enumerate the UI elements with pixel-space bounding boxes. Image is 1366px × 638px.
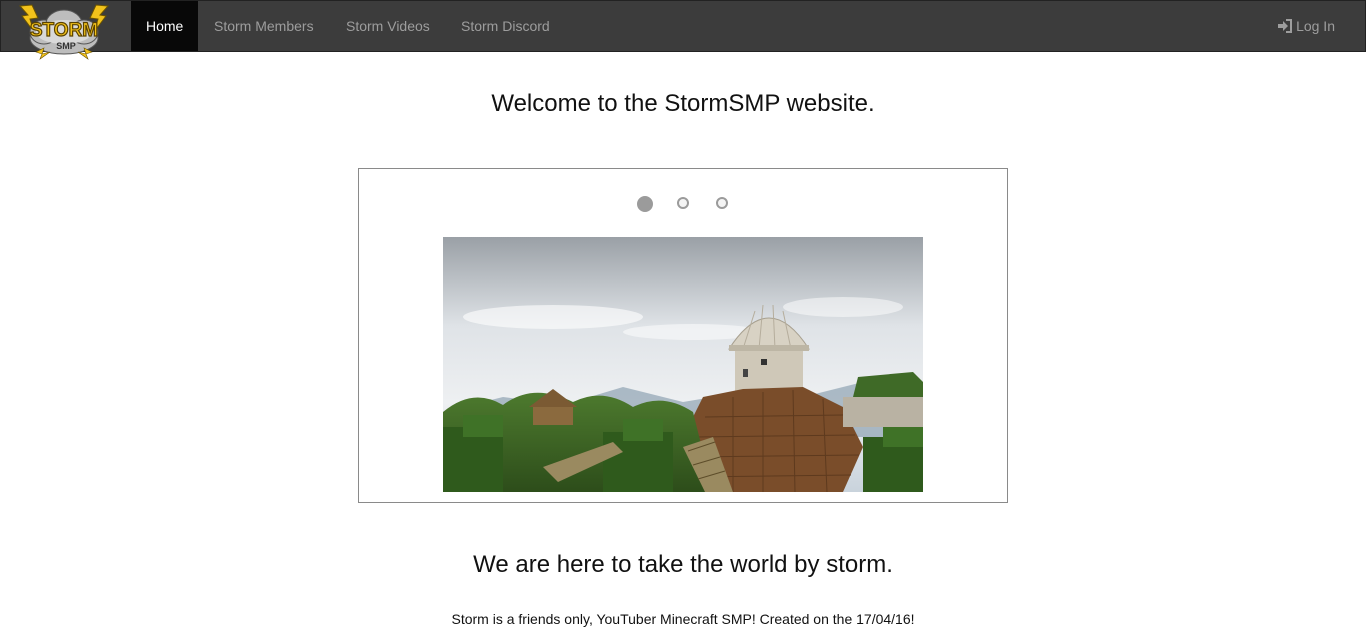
nav-storm-discord[interactable]: Storm Discord [446,1,565,51]
welcome-heading: Welcome to the StormSMP website. [491,90,875,117]
carousel-indicator-2[interactable] [677,197,689,209]
carousel-indicator-1[interactable] [637,196,653,212]
logo-main-text: STORM [30,20,98,41]
nav-storm-members[interactable]: Storm Members [199,1,329,51]
tagline-text: Storm is a friends only, YouTuber Minecr… [451,611,915,627]
login-link[interactable]: Log In [1277,1,1335,51]
login-label: Log In [1296,18,1335,34]
logo-sub-text: SMP [56,41,76,51]
navbar: Home Storm Members Storm Videos Storm Di… [0,0,1366,52]
nav-storm-videos[interactable]: Storm Videos [331,1,445,51]
minecraft-landscape-image [443,237,923,492]
image-carousel [358,168,1008,503]
headline-heading: We are here to take the world by storm. [473,551,893,578]
nav-home[interactable]: Home [131,1,199,51]
carousel-indicator-3[interactable] [716,197,728,209]
stormsmp-logo[interactable]: STORM SMP [16,2,112,60]
carousel-slide-image[interactable] [443,237,923,492]
sign-in-icon [1278,19,1293,33]
